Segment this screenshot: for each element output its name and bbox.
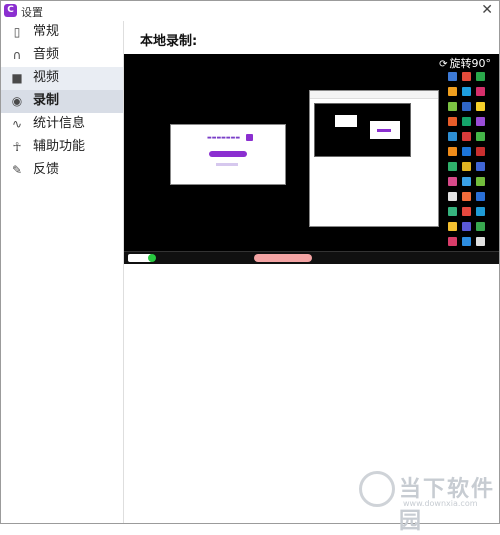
watermark-logo: 当下软件园 www.downxia.com — [359, 467, 499, 534]
desktop-app-icon — [448, 147, 457, 156]
camera-icon: ■ — [11, 71, 23, 85]
stats-icon: ∿ — [11, 117, 23, 131]
desktop-app-icon — [448, 192, 457, 201]
preview-nested-window — [335, 115, 357, 127]
preview-app-button — [209, 151, 247, 157]
preview-taskbar-notification — [254, 254, 312, 262]
close-button[interactable]: ✕ — [481, 2, 493, 18]
preview-taskbar — [124, 251, 499, 264]
desktop-app-icon — [462, 207, 471, 216]
preview-taskbar-status-icon — [148, 254, 156, 262]
watermark-icon — [359, 471, 395, 507]
watermark-url: www.downxia.com — [403, 499, 478, 508]
settings-window: C 设置 ✕ ▯ 常规 ∩ 音频 ■ 视频 ◉ 录制 ∿ 统计信息 ☥ 辅助功能… — [0, 0, 500, 534]
desktop-app-icon — [462, 87, 471, 96]
sidebar-item-label: 统计信息 — [33, 116, 86, 131]
desktop-app-icon — [448, 117, 457, 126]
page-title: 本地录制: — [140, 34, 198, 49]
desktop-app-icon — [448, 237, 457, 246]
sidebar-item-label: 辅助功能 — [33, 139, 86, 154]
settings-content: 本地录制: ⟳ 旋转90° ▬▬▬▬▬▬▬ — [124, 21, 499, 523]
preview-app-logo-icon — [246, 134, 253, 141]
sidebar-item-audio[interactable]: ∩ 音频 — [1, 44, 123, 67]
desktop-app-icon — [476, 147, 485, 156]
phone-icon: ▯ — [13, 25, 21, 39]
preview-explorer-titlebar — [310, 91, 438, 99]
desktop-app-icon — [476, 117, 485, 126]
record-icon: ◉ — [11, 94, 23, 108]
desktop-app-icon — [448, 207, 457, 216]
preview-nested-button — [377, 129, 391, 132]
sidebar-item-video[interactable]: ■ 视频 — [1, 67, 123, 90]
sidebar-item-general[interactable]: ▯ 常规 — [1, 21, 123, 44]
preview-app-link — [216, 163, 238, 166]
desktop-app-icon — [448, 177, 457, 186]
desktop-app-icon — [476, 72, 485, 81]
sidebar-item-label: 音频 — [33, 47, 60, 62]
desktop-app-icon — [462, 132, 471, 141]
desktop-app-icon — [448, 72, 457, 81]
desktop-app-icon — [476, 162, 485, 171]
preview-app-brand-mark: ▬▬▬▬▬▬▬ — [207, 135, 241, 141]
headphones-icon: ∩ — [12, 48, 22, 62]
desktop-app-icon — [476, 132, 485, 141]
feedback-icon: ✎ — [11, 163, 23, 177]
desktop-app-icon — [462, 237, 471, 246]
preview-nested-screen — [314, 103, 411, 157]
desktop-app-icon — [462, 102, 471, 111]
window-title: 设置 — [21, 6, 43, 19]
desktop-app-icon — [448, 87, 457, 96]
accessibility-icon: ☥ — [12, 140, 22, 154]
desktop-app-icon — [462, 162, 471, 171]
preview-app-window: ▬▬▬▬▬▬▬ — [170, 124, 286, 185]
desktop-app-icon — [476, 87, 485, 96]
desktop-app-icon — [462, 177, 471, 186]
desktop-app-icon — [462, 192, 471, 201]
sidebar-item-label: 常规 — [33, 24, 60, 39]
desktop-app-icon — [476, 102, 485, 111]
sidebar-item-label: 录制 — [33, 93, 60, 108]
desktop-app-icon — [476, 192, 485, 201]
desktop-app-icon — [448, 222, 457, 231]
desktop-app-icon — [462, 222, 471, 231]
title-bar: C 设置 ✕ — [1, 1, 499, 21]
sidebar-item-recording[interactable]: ◉ 录制 — [1, 90, 123, 113]
settings-sidebar: ▯ 常规 ∩ 音频 ■ 视频 ◉ 录制 ∿ 统计信息 ☥ 辅助功能 ✎ 反馈 — [1, 21, 124, 523]
desktop-app-icon — [476, 222, 485, 231]
preview-explorer-window — [309, 90, 439, 227]
desktop-app-icon — [462, 147, 471, 156]
desktop-app-icon — [462, 117, 471, 126]
app-logo-icon: C — [4, 4, 17, 17]
sidebar-item-feedback[interactable]: ✎ 反馈 — [1, 159, 123, 182]
desktop-app-icon — [448, 132, 457, 141]
desktop-app-icon — [448, 162, 457, 171]
desktop-app-icon — [476, 207, 485, 216]
desktop-app-icon — [476, 177, 485, 186]
preview-desktop-icons — [446, 70, 496, 256]
sidebar-item-statistics[interactable]: ∿ 统计信息 — [1, 113, 123, 136]
sidebar-item-label: 反馈 — [33, 162, 60, 177]
desktop-app-icon — [462, 72, 471, 81]
recording-preview: ⟳ 旋转90° ▬▬▬▬▬▬▬ — [124, 54, 499, 264]
desktop-app-icon — [448, 102, 457, 111]
rotate-button-label: 旋转90° — [449, 57, 492, 70]
sidebar-item-label: 视频 — [33, 70, 60, 85]
desktop-app-icon — [476, 237, 485, 246]
sidebar-item-accessibility[interactable]: ☥ 辅助功能 — [1, 136, 123, 159]
